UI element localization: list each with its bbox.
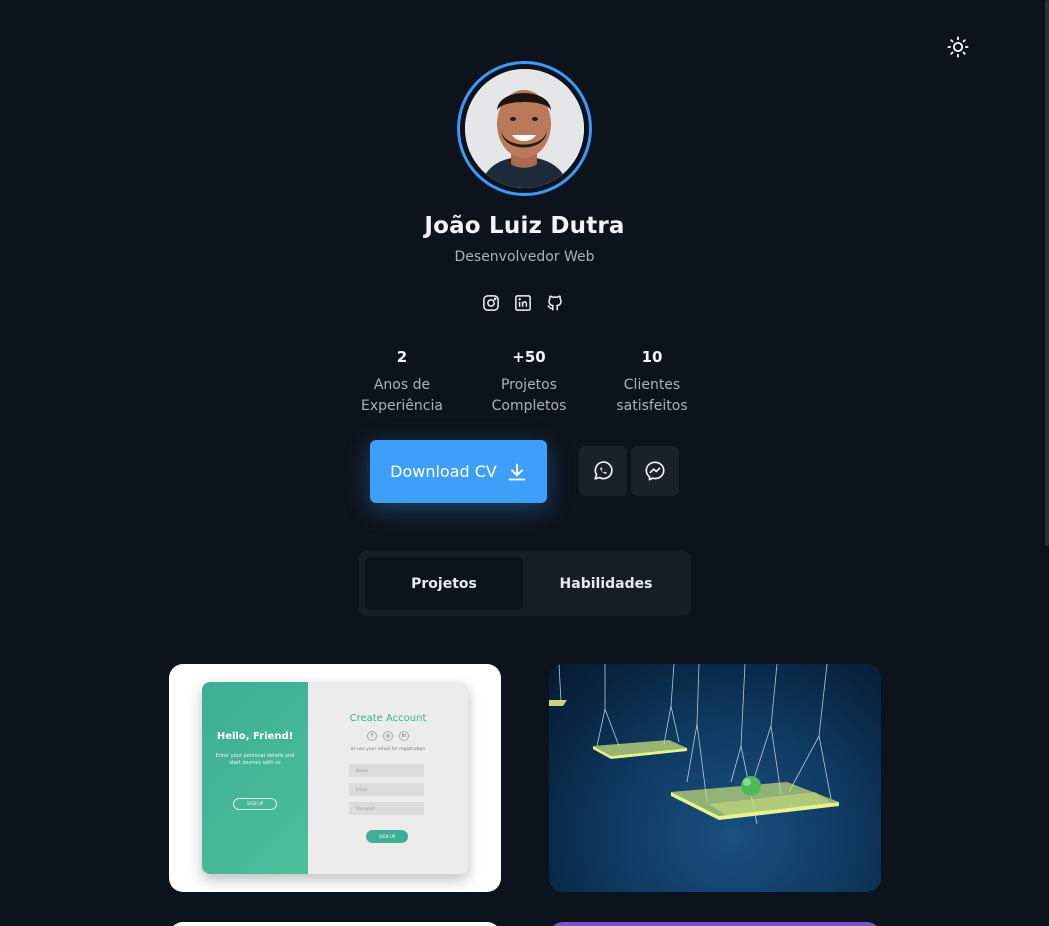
tab-habilidades[interactable]: Habilidades: [527, 557, 685, 610]
stat-experience: 2 Anos de Experiência: [347, 348, 457, 417]
preview-right-panel: Create Account f ◎ in or use your email …: [308, 682, 468, 874]
whatsapp-button[interactable]: [579, 446, 627, 496]
project-card-signup-form[interactable]: Hello, Friend! Enter your personal detai…: [169, 664, 501, 892]
preview-name-field: Name: [349, 764, 424, 777]
download-cv-label: Download CV: [390, 462, 497, 481]
profile-role: Desenvolvedor Web: [454, 249, 595, 265]
facebook-icon: f: [367, 731, 377, 741]
scrollbar[interactable]: [1045, 0, 1049, 546]
linkedin-icon: [515, 295, 531, 311]
tab-projetos[interactable]: Projetos: [365, 557, 523, 610]
profile-photo: [465, 69, 584, 188]
preview-left-button: SIGN UP: [233, 798, 277, 810]
messenger-button[interactable]: [631, 446, 679, 496]
stat-clients: 10 Clientes satisfeitos: [597, 348, 707, 417]
stat-label-line: Anos de: [373, 377, 431, 393]
linkedin-icon: in: [399, 731, 409, 741]
project-preview-3d: [549, 664, 839, 825]
preview-left-panel: Hello, Friend! Enter your personal detai…: [202, 682, 308, 874]
stat-value: 2: [396, 348, 408, 366]
preview-left-title: Hello, Friend!: [216, 731, 294, 742]
instagram-icon: [483, 295, 499, 311]
download-cv-button[interactable]: Download CV: [370, 440, 547, 503]
preview-signup-button: SIGN UP: [366, 830, 408, 843]
preview-left-text: Enter your personal details and start jo…: [215, 753, 295, 766]
theme-toggle-button[interactable]: [946, 35, 970, 59]
whatsapp-icon: [594, 461, 613, 480]
stat-label: Clientes satisfeitos: [597, 375, 707, 417]
avatar: [457, 61, 592, 196]
stat-value: 10: [641, 348, 663, 366]
stat-projects: +50 Projetos Completos: [474, 348, 584, 417]
preview-right-title: Create Account: [349, 713, 427, 724]
messenger-icon: [645, 461, 665, 481]
linkedin-link[interactable]: [513, 293, 533, 313]
sun-icon: [947, 36, 969, 58]
preview-or-text: or use your email for registration: [350, 747, 426, 752]
github-link[interactable]: [545, 293, 565, 313]
google-icon: ◎: [383, 731, 393, 741]
stat-label-line: Clientes: [623, 377, 681, 393]
stat-label: Anos de Experiência: [347, 375, 457, 417]
stat-label: Projetos Completos: [474, 375, 584, 417]
stat-label-line: Projetos: [500, 377, 558, 393]
stat-label-line: satisfeitos: [616, 398, 688, 414]
preview-email-field: Email: [349, 783, 424, 796]
project-preview: Hello, Friend! Enter your personal detai…: [202, 682, 468, 874]
social-links: [481, 293, 565, 313]
section-tabs: Projetos Habilidades: [359, 551, 691, 616]
profile-name: João Luiz Dutra: [424, 213, 625, 239]
stat-label-line: Experiência: [361, 398, 443, 414]
project-card-3[interactable]: [169, 922, 501, 926]
stat-value: +50: [512, 348, 546, 366]
github-icon: [547, 295, 562, 311]
preview-password-field: Password: [349, 802, 424, 815]
preview-social-circles: f ◎ in: [308, 731, 468, 741]
stat-label-line: Completos: [491, 398, 567, 414]
download-icon: [508, 463, 526, 480]
project-card-3d-platforms[interactable]: [549, 664, 881, 892]
instagram-link[interactable]: [481, 293, 501, 313]
project-card-4[interactable]: [549, 922, 881, 926]
